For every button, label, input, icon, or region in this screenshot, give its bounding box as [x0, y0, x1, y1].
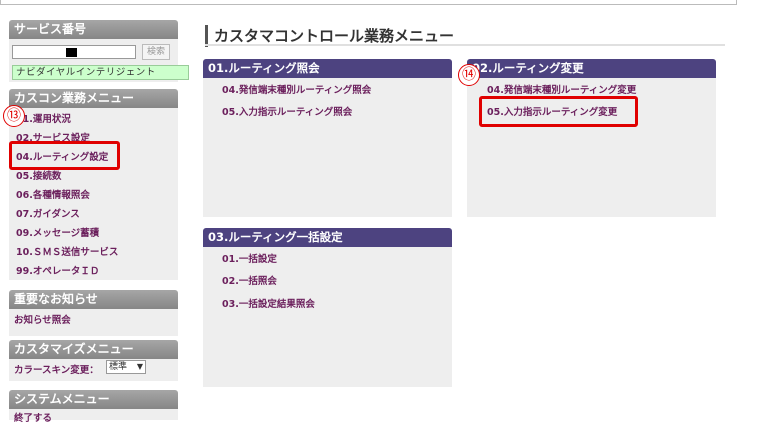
search-button[interactable]: 検索 — [142, 44, 170, 60]
customize-header: カスタマイズメニュー — [9, 340, 178, 359]
panel-routing-change-header: 02.ルーティング変更 — [467, 59, 716, 78]
link-terminal-routing-inquiry[interactable]: 04.発信端末種別ルーティング照会 — [222, 82, 371, 96]
menu-item-message-storage[interactable]: 09.メッセージ蓄積 — [16, 225, 99, 239]
link-terminal-routing-change[interactable]: 04.発信端末種別ルーティング変更 — [487, 82, 636, 96]
menu-item-connections[interactable]: 05.接続数 — [16, 168, 61, 182]
step-14-badge: ⑭ — [458, 64, 480, 86]
menu-item-guidance[interactable]: 07.ガイダンス — [16, 206, 80, 220]
link-bulk-inquiry[interactable]: 02.一括照会 — [222, 273, 277, 287]
notices-header: 重要なお知らせ — [9, 290, 178, 309]
system-menu-header: システムメニュー — [9, 390, 178, 409]
title-divider — [205, 44, 725, 46]
notice-inquiry-link[interactable]: お知らせ照会 — [14, 312, 71, 326]
logout-link[interactable]: 終了する — [14, 410, 52, 424]
link-bulk-result-inquiry[interactable]: 03.一括設定結果照会 — [222, 296, 315, 310]
panel-bulk-routing-header: 03.ルーティング一括設定 — [203, 228, 452, 247]
highlight-input-routing-change — [479, 96, 638, 127]
chevron-down-icon: ▼ — [136, 362, 143, 371]
color-skin-select[interactable]: 標準 ▼ — [106, 360, 146, 374]
menu-item-operator-id[interactable]: 99.オペレータＩＤ — [16, 263, 99, 277]
service-number-header: サービス番号 — [9, 20, 178, 39]
link-bulk-setting[interactable]: 01.一括設定 — [222, 251, 277, 265]
color-skin-value: 標準 — [109, 362, 128, 372]
company-name-box: ナビダイヤルインテリジェント — [12, 65, 189, 80]
service-number-input[interactable] — [12, 45, 136, 59]
masked-value — [66, 48, 77, 57]
link-input-routing-inquiry[interactable]: 05.入力指示ルーティング照会 — [222, 104, 352, 118]
panel-routing-inquiry — [203, 78, 452, 217]
highlight-routing-settings — [9, 141, 120, 170]
panel-routing-inquiry-header: 01.ルーティング照会 — [203, 59, 452, 78]
menu-item-info-inquiry[interactable]: 06.各種情報照会 — [16, 187, 90, 201]
panel-bulk-routing — [203, 247, 452, 387]
color-skin-label: カラースキン変更： — [14, 365, 99, 376]
kascon-menu-header: カスコン業務メニュー — [9, 89, 178, 108]
step-13-badge: ⑬ — [3, 105, 25, 127]
menu-item-sms-service[interactable]: 10.ＳＭＳ送信サービス — [16, 244, 118, 258]
top-frame-border — [0, 0, 737, 5]
